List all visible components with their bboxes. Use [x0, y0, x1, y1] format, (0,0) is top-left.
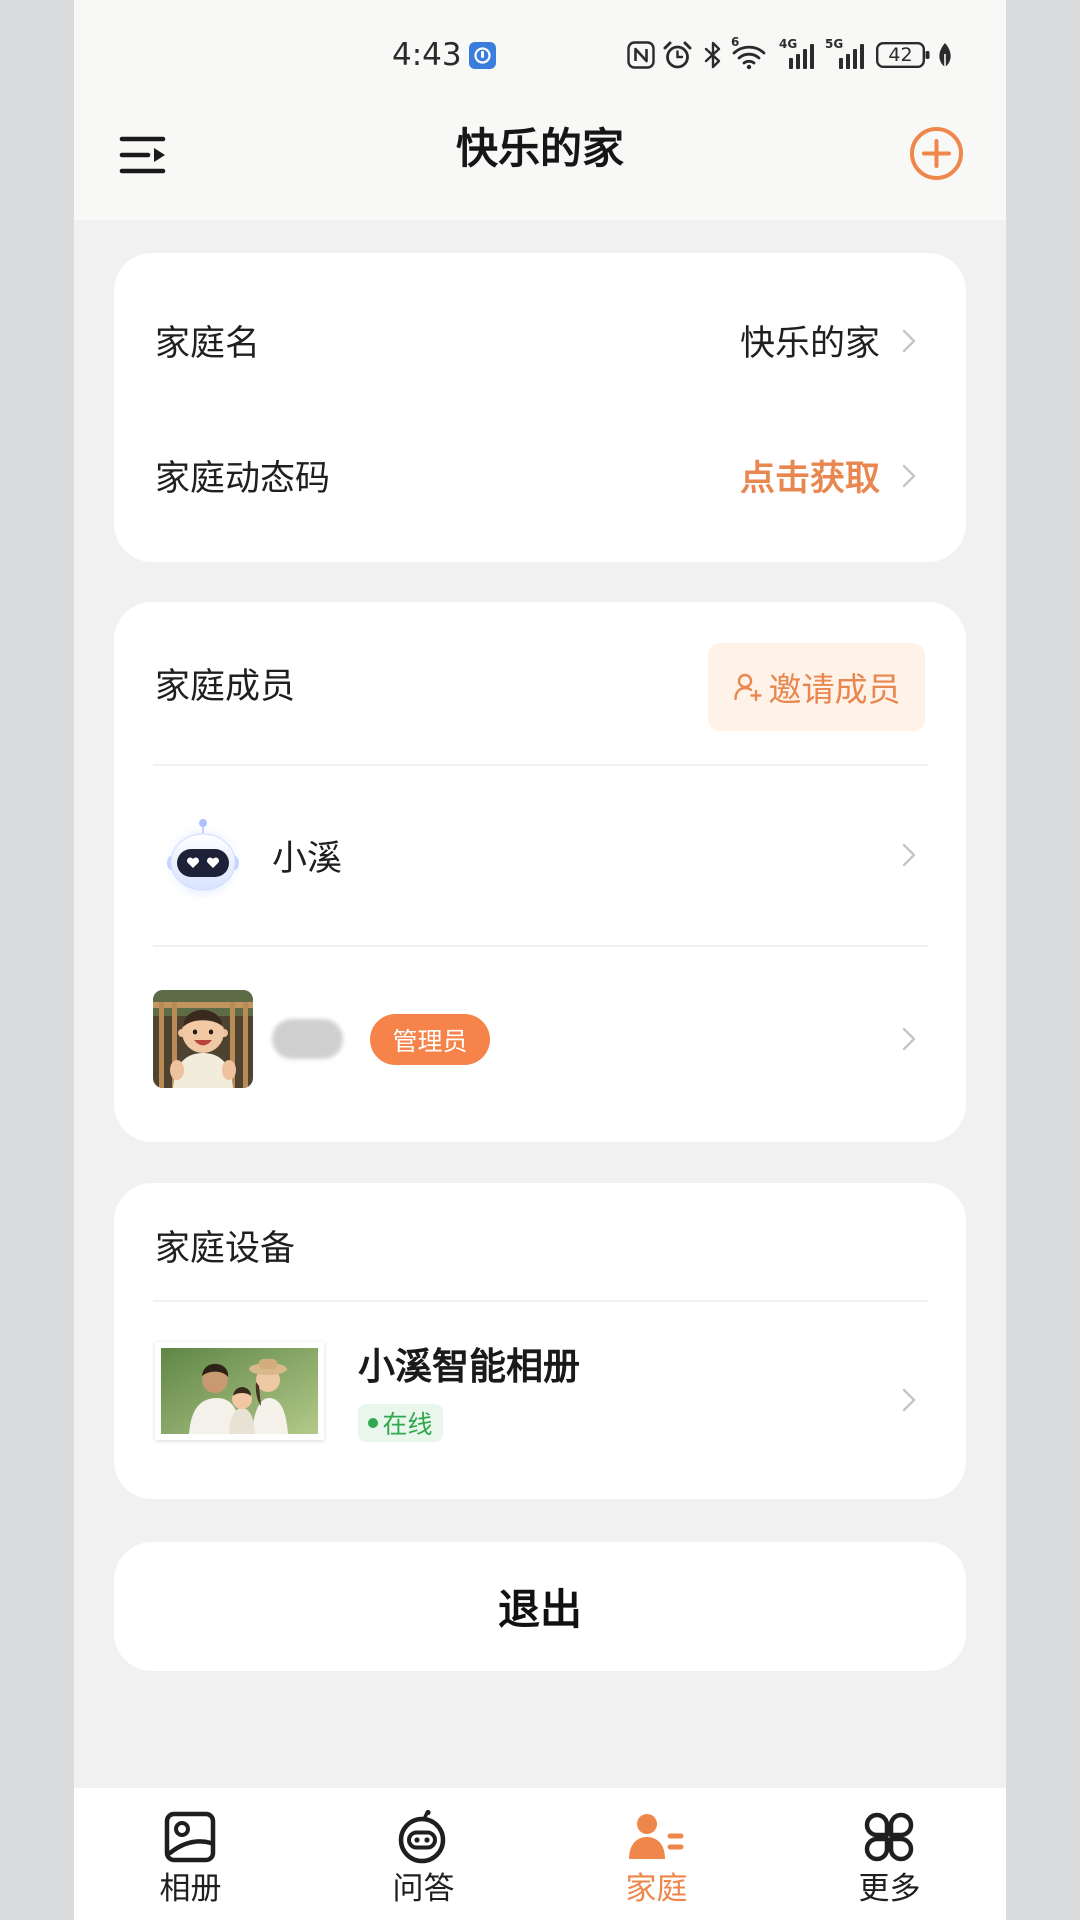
signal-bars-icon [839, 44, 864, 69]
family-icon [629, 1814, 684, 1859]
member-name: 小溪 [272, 838, 343, 879]
admin-badge: 管理员 [370, 1014, 490, 1065]
device-photo-thumbnail [155, 1342, 324, 1440]
app-notification-icon [469, 42, 496, 69]
member-row-xiaoxi[interactable]: 小溪 [114, 765, 966, 945]
devices-title: 家庭设备 [155, 1228, 296, 1269]
bottom-nav: 相册 问答 家庭 更多 [74, 1788, 1006, 1920]
chevron-right-icon [902, 1388, 916, 1412]
device-name: 小溪智能相册 [358, 1345, 580, 1388]
photo-album-icon [164, 1811, 216, 1863]
online-status-text: 在线 [382, 1410, 433, 1439]
signal-5g-indicator: 5G [825, 38, 867, 70]
logout-label: 退出 [497, 1585, 582, 1634]
add-circle-icon[interactable] [909, 126, 964, 181]
status-dot-icon [368, 1418, 379, 1428]
nav-item-album[interactable]: 相册 [74, 1788, 307, 1920]
family-name-row[interactable]: 家庭名 快乐的家 [114, 273, 966, 408]
nav-label-more: 更多 [858, 1871, 921, 1907]
more-grid-icon [864, 1812, 914, 1862]
status-time: 4:43 [392, 37, 462, 73]
family-code-row[interactable]: 家庭动态码 点击获取 [114, 408, 966, 543]
leaf-icon [939, 43, 951, 67]
alarm-icon [663, 41, 692, 69]
member-name-redacted [272, 1019, 343, 1059]
app-screen: 4:43 6 4G 5G 42 快乐的家 家庭名 快乐的家 家庭动态码 点击获取… [74, 0, 1006, 1920]
baby-photo-image [153, 990, 253, 1088]
wifi-label: 6 [731, 35, 740, 49]
family-name-label: 家庭名 [155, 324, 261, 364]
members-header: 家庭成员 邀请成员 [114, 602, 966, 764]
family-members-card: 家庭成员 邀请成员 小溪 管理员 [114, 602, 966, 1142]
battery-indicator: 42 [876, 40, 931, 70]
battery-level: 42 [888, 44, 913, 66]
nav-item-family[interactable]: 家庭 [540, 1788, 773, 1920]
signal-4g-indicator: 4G [779, 38, 816, 70]
online-status-badge: 在线 [358, 1404, 443, 1442]
page-title: 快乐的家 [455, 124, 624, 173]
nav-item-qa[interactable]: 问答 [307, 1788, 540, 1920]
nfc-icon [627, 41, 655, 69]
get-code-link[interactable]: 点击获取 [740, 408, 880, 543]
member-row-admin[interactable]: 管理员 [114, 946, 966, 1132]
members-title: 家庭成员 [155, 666, 296, 707]
chevron-right-icon [902, 329, 916, 352]
invite-member-button[interactable]: 邀请成员 [708, 643, 925, 731]
chevron-right-icon [902, 464, 916, 487]
signal-bars-icon [789, 44, 814, 69]
invite-member-label: 邀请成员 [768, 670, 901, 709]
nav-label-album: 相册 [159, 1871, 222, 1907]
chevron-right-icon [902, 843, 916, 867]
family-name-value: 快乐的家 [739, 324, 880, 364]
family-devices-card: 家庭设备 小溪智能相册 在线 [114, 1183, 966, 1499]
person-add-icon [733, 673, 762, 702]
wifi-indicator: 6 [731, 35, 770, 70]
nav-label-qa: 问答 [392, 1871, 455, 1907]
chevron-right-icon [902, 1027, 916, 1051]
family-info-card: 家庭名 快乐的家 家庭动态码 点击获取 [114, 253, 966, 562]
family-code-label: 家庭动态码 [155, 459, 331, 499]
member-avatar-photo [153, 990, 253, 1088]
nav-item-more[interactable]: 更多 [773, 1788, 1006, 1920]
logout-button[interactable]: 退出 [114, 1542, 966, 1671]
robot-avatar [161, 817, 245, 899]
top-bar [74, 0, 1006, 220]
devices-header: 家庭设备 [114, 1183, 966, 1307]
bluetooth-icon [704, 41, 721, 69]
device-row[interactable]: 小溪智能相册 在线 [114, 1301, 966, 1499]
robot-icon [398, 1809, 446, 1864]
nav-label-family: 家庭 [625, 1871, 688, 1907]
